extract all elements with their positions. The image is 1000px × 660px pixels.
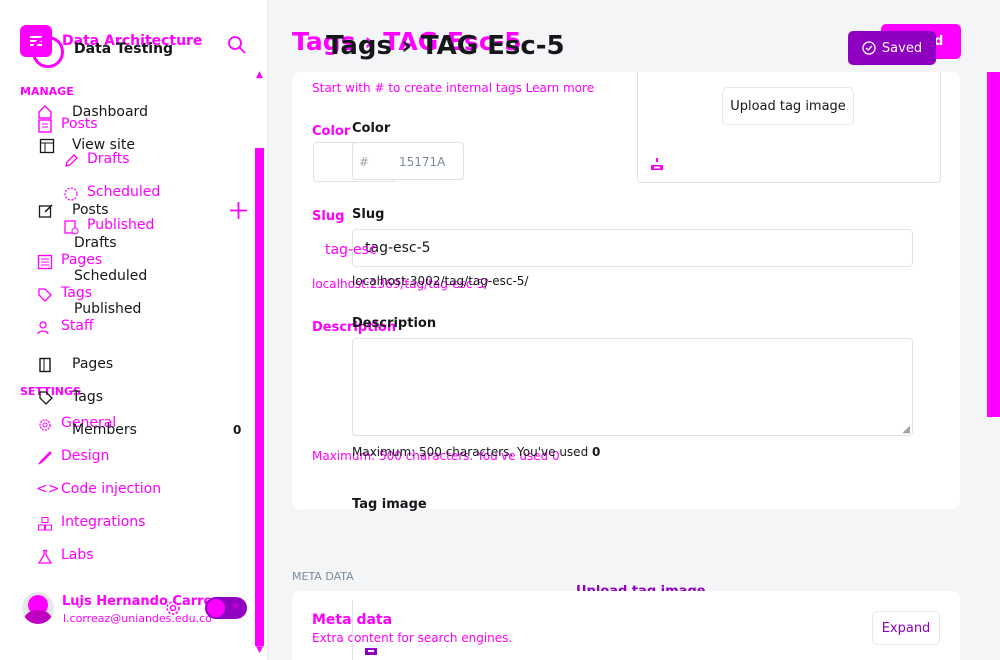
breadcrumb-current: TAG Esc-5 (420, 31, 565, 61)
published-icon (63, 219, 79, 235)
avatar[interactable] (22, 592, 54, 624)
manage-header: MANAGE (20, 85, 74, 98)
slug-input-ghost: tag-esc (325, 242, 377, 258)
tag-name-hint: Start with # to create internal tags Lea… (312, 81, 595, 95)
max-chars-hint: Maximum: 500 characters. You've used 0 (352, 445, 601, 459)
overlay-divider (352, 600, 353, 660)
night-mode-toggle[interactable]: ☼ (205, 597, 247, 619)
sidebar-item-labs[interactable]: Labs (61, 547, 94, 563)
sidebar-item-drafts-ghost[interactable]: Drafts (87, 151, 130, 167)
scroll-down-arrow-icon[interactable]: ▼ (256, 645, 263, 655)
brush-icon (37, 450, 53, 466)
code-icon: <> (36, 481, 60, 497)
members-count-badge: 0 (233, 423, 242, 437)
sidebar-item-pages[interactable]: Pages (72, 356, 113, 372)
scroll-up-arrow-icon[interactable]: ▲ (256, 70, 263, 80)
sidebar-item-pages-ghost[interactable]: Pages (61, 252, 102, 268)
sidebar: Data Architecture Data Testing MANAGE Da… (0, 0, 268, 660)
page-title: Tags › TAG Esc-5 (326, 31, 565, 61)
add-post-icon[interactable] (229, 201, 248, 224)
site-subtitle: Data Testing (74, 41, 174, 57)
sidebar-item-drafts[interactable]: Drafts (74, 235, 117, 251)
tag-ghost-icon (37, 287, 53, 303)
logo-ring-icon (32, 36, 64, 68)
image-upload-icon (650, 156, 664, 175)
tag-image-label: Tag image (352, 497, 427, 512)
sidebar-item-staff[interactable]: Staff (61, 318, 94, 334)
pages-icon (38, 357, 54, 373)
sidebar-item-posts-ghost[interactable]: Posts (61, 116, 98, 132)
upload-tag-image-button[interactable]: Upload tag image (722, 87, 854, 125)
sidebar-item-scheduled[interactable]: Scheduled (74, 268, 147, 284)
view-site-icon (39, 138, 55, 154)
settings-gear-icon[interactable] (163, 598, 183, 622)
integrations-icon (37, 516, 53, 532)
slug-url: localhost:3002/tag/tag-esc-5/ (352, 274, 529, 288)
main-content: Tags › TAG Esc-5 Tags › TAG Esc-5 Saved … (268, 0, 1000, 660)
sidebar-item-tags[interactable]: Tags (72, 389, 103, 405)
sidebar-item-published-ghost[interactable]: Published (87, 217, 154, 233)
sidebar-item-members[interactable]: Members (72, 422, 137, 438)
sidebar-scrollbar[interactable] (255, 148, 264, 646)
expand-button[interactable]: Expand (872, 611, 940, 645)
user-email: l.correaz@uniandes.edu.co (63, 612, 212, 625)
sidebar-item-integrations[interactable]: Integrations (61, 514, 145, 530)
main-scrollbar[interactable] (987, 72, 1000, 417)
image-upload-ghost-icon (364, 641, 378, 660)
meta-data-subtitle: Extra content for search engines. (312, 631, 513, 645)
color-label-ghost: Color (312, 124, 351, 139)
clock-icon (63, 186, 79, 202)
breadcrumb-parent[interactable]: Tags (326, 31, 392, 61)
edit-post-icon (38, 203, 54, 219)
description-label: Description (352, 316, 437, 331)
slug-label-ghost: Slug (312, 209, 345, 224)
color-hex-field[interactable]: # 15171A (352, 142, 464, 180)
pencil-icon (63, 153, 79, 169)
slug-label: Slug (352, 207, 385, 222)
check-circle-icon (862, 41, 876, 55)
gear-icon (37, 417, 53, 433)
sidebar-item-code-injection[interactable]: Code injection (61, 481, 161, 497)
sidebar-item-posts[interactable]: Posts (72, 202, 109, 218)
slug-input[interactable]: tag-esc-5 (352, 229, 913, 267)
user-chevron-down-icon[interactable]: ⌄ (74, 597, 85, 612)
color-value: 15171A (399, 155, 446, 169)
search-icon[interactable] (226, 34, 248, 60)
meta-data-card (292, 591, 960, 660)
flask-icon (37, 549, 53, 565)
color-label: Color (352, 121, 391, 136)
meta-data-section-header: META DATA (292, 570, 354, 583)
sidebar-item-tags-ghost[interactable]: Tags (61, 285, 92, 301)
staff-icon (37, 320, 53, 336)
tag-icon (38, 390, 54, 406)
sidebar-item-published[interactable]: Published (74, 301, 141, 317)
resize-handle-icon[interactable]: ◢ (902, 424, 910, 435)
hash-prefix: # (359, 155, 370, 169)
sidebar-item-design[interactable]: Design (61, 448, 109, 464)
pages-ghost-icon (37, 254, 53, 270)
saved-button[interactable]: Saved (848, 31, 936, 65)
posts-icon (37, 118, 53, 134)
sidebar-item-scheduled-ghost[interactable]: Scheduled (87, 184, 160, 200)
description-textarea[interactable]: ◢ (352, 338, 913, 436)
max-chars-count: 0 (592, 445, 601, 459)
